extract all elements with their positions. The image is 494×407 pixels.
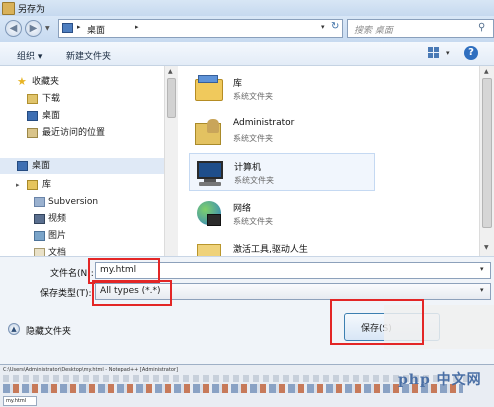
window-title: 另存为 [18,5,46,15]
computer-icon [194,157,226,189]
file-item-administrator[interactable]: Administrator 系统文件夹 [189,112,375,150]
file-type: 系统文件夹 [234,176,274,185]
file-item-folder[interactable]: 激活工具,驱动人生 [189,236,375,256]
file-name: 计算机 [234,163,262,173]
sidebar-item-label: 库 [42,180,52,190]
collapse-icon[interactable]: ▲ [8,323,20,335]
save-form: 文件名(N): my.html ▾ 保存类型(T): All types (*.… [0,256,494,364]
file-type: 系统文件夹 [233,217,273,226]
back-button[interactable]: ◀ [5,20,22,37]
user-folder-icon [193,115,225,147]
scroll-up-icon[interactable]: ▲ [484,68,489,75]
address-dropdown-icon[interactable]: ▾ [321,23,325,31]
notepad-tab-label: my.html [6,398,27,404]
address-row: ◀ ▶ ▼ ▸ 桌面 ▸ ▾ ↻ 搜索 桌面 ⚲ [0,16,494,42]
view-dropdown-icon[interactable]: ▾ [446,49,450,57]
file-item-library[interactable]: 库 系统文件夹 [189,70,375,108]
scroll-up-icon[interactable]: ▲ [168,68,173,75]
file-list-scrollbar[interactable]: ▲ ▼ [479,66,494,256]
breadcrumb-arrow-icon[interactable]: ▸ [135,23,139,31]
scrollbar-thumb[interactable] [167,78,176,118]
expand-arrow-icon[interactable]: ▸ [16,177,20,193]
refresh-icon[interactable]: ↻ [331,21,339,32]
sidebar-item-label: Subversion [48,197,99,207]
notepad-title: C:\Users\Administrator\Desktop\my.html -… [3,367,178,373]
scroll-down-icon[interactable]: ▼ [484,244,489,251]
filetype-dropdown-icon[interactable]: ▾ [480,286,484,294]
search-icon[interactable]: ⚲ [478,22,485,33]
sidebar-item-subversion[interactable]: Subversion [0,194,164,210]
recent-places-icon [27,128,38,138]
scrollbar-thumb[interactable] [482,78,492,228]
network-icon [193,198,225,230]
search-input[interactable]: 搜索 桌面 ⚲ [347,19,494,38]
filetype-label: 保存类型(T): [40,289,92,299]
forward-arrow-icon: ▶ [29,23,38,34]
downloads-folder-icon [27,94,38,104]
sidebar-item-label: 最近访问的位置 [42,128,106,138]
help-icon[interactable]: ? [464,46,478,60]
file-item-network[interactable]: 网络 系统文件夹 [189,195,375,233]
recent-pages-dropdown[interactable]: ▼ [45,25,50,32]
navigation-pane: ★ 收藏夹 下载 桌面 最近访问的位置 桌面 ▸ 库 Subversion 视频… [0,66,164,256]
file-type: 系统文件夹 [233,134,273,143]
documents-icon [34,248,45,256]
subversion-folder-icon [34,197,45,207]
desktop-icon [27,111,38,121]
watermark: php 中文网 [398,372,482,388]
back-arrow-icon: ◀ [9,23,18,34]
forward-button[interactable]: ▶ [25,20,42,37]
view-options-icon[interactable] [428,47,440,59]
sidebar-item-desktop-fav[interactable]: 桌面 [0,108,164,124]
navigation-scrollbar[interactable]: ▲ [164,66,178,256]
pictures-icon [34,231,45,241]
file-name: Administrator [233,118,295,128]
search-placeholder: 搜索 桌面 [354,26,393,36]
sidebar-item-label: 文档 [48,248,67,256]
filename-dropdown-icon[interactable]: ▾ [480,265,484,273]
file-name: 网络 [233,204,252,214]
hide-folders-button[interactable]: 隐藏文件夹 [26,324,71,337]
notepad-window: C:\Users\Administrator\Desktop\my.html -… [0,364,494,407]
breadcrumb-separator-icon: ▸ [77,23,81,31]
sidebar-item-downloads[interactable]: 下载 [0,91,164,107]
notepad-tab[interactable]: my.html [3,396,37,406]
sidebar-item-desktop[interactable]: 桌面 [0,158,164,174]
file-list: 库 系统文件夹 Administrator 系统文件夹 计算机 系统文件夹 网络… [179,66,479,256]
breadcrumb-desktop[interactable]: 桌面 [87,23,105,36]
save-button-highlight [330,299,424,345]
sidebar-favorites-label: 收藏夹 [32,77,60,87]
sidebar-item-documents[interactable]: 文档 [0,245,164,256]
file-name: 激活工具,驱动人生 [233,245,308,255]
new-folder-button[interactable]: 新建文件夹 [66,49,111,62]
sidebar-item-library[interactable]: ▸ 库 [0,177,164,193]
library-icon [193,73,225,105]
sidebar-item-label: 桌面 [42,111,61,121]
title-bar: 另存为 [0,0,494,16]
desktop-icon [62,23,73,33]
notepad-toolbar[interactable] [3,384,463,393]
toolbar: 组织 ▾ 新建文件夹 ▾ ? [0,42,494,66]
organize-button[interactable]: 组织 ▾ [17,49,42,62]
sidebar-item-label: 下载 [42,94,61,104]
sidebar-item-label: 视频 [48,214,67,224]
file-type: 系统文件夹 [233,92,273,101]
star-icon: ★ [17,75,27,88]
sidebar-item-recent[interactable]: 最近访问的位置 [0,125,164,141]
desktop-icon [17,161,28,171]
sidebar-favorites[interactable]: ★ 收藏夹 [0,74,164,90]
save-dialog-icon [2,2,15,15]
sidebar-item-videos[interactable]: 视频 [0,211,164,227]
file-name: 库 [233,79,243,89]
videos-icon [34,214,45,224]
library-icon [27,180,38,190]
sidebar-item-label: 桌面 [32,161,51,171]
folder-icon [193,239,225,256]
filetype-highlight [92,280,172,306]
file-item-computer[interactable]: 计算机 系统文件夹 [189,153,375,191]
sidebar-item-pictures[interactable]: 图片 [0,228,164,244]
address-bar[interactable]: ▸ 桌面 ▸ ▾ ↻ [58,19,343,38]
sidebar-item-label: 图片 [48,231,67,241]
